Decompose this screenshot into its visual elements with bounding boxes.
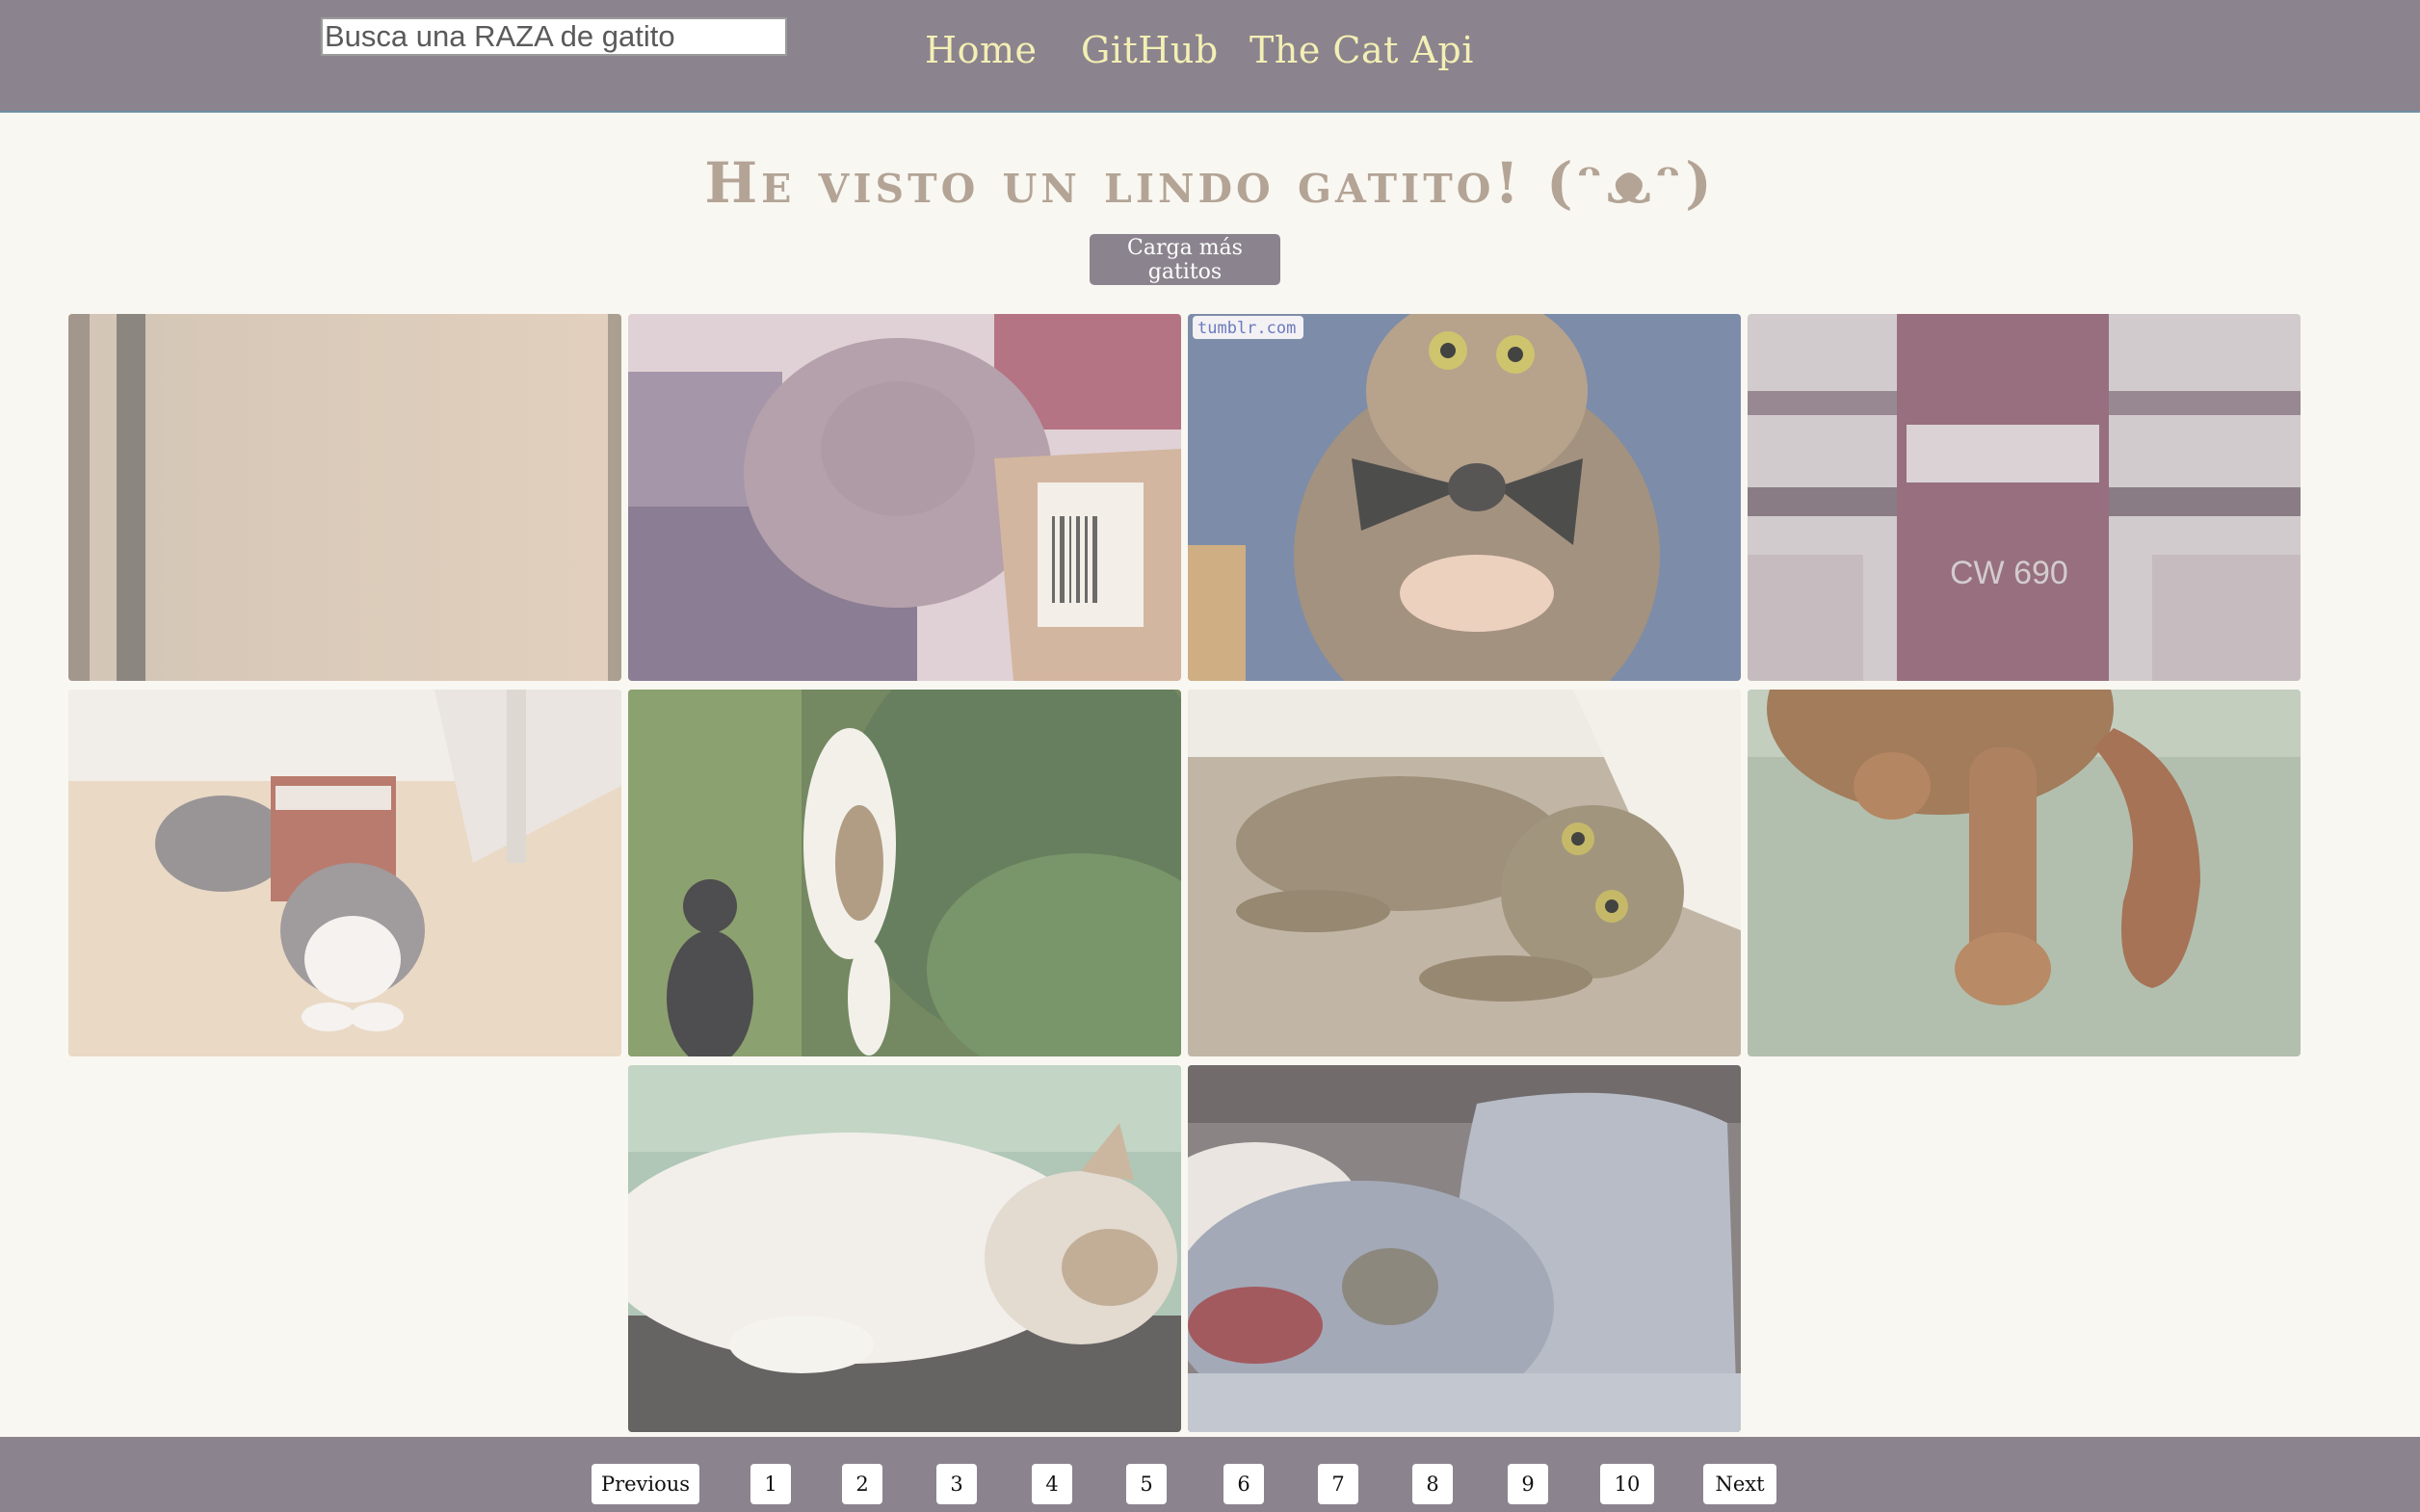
pagination-bar: Previous 1 2 3 4 5 6 7 8 9 10 Next <box>0 1437 2420 1512</box>
previous-page-button[interactable]: Previous <box>592 1464 699 1504</box>
page-button-6[interactable]: 6 <box>1223 1464 1264 1504</box>
page-button-1[interactable]: 1 <box>750 1464 791 1504</box>
cat-photo[interactable]: CW 690 <box>1748 314 2301 681</box>
top-navbar: Home GitHub The Cat Api <box>0 0 2420 113</box>
page-button-3[interactable]: 3 <box>936 1464 977 1504</box>
photo-overlay-text: CW 690 <box>1950 555 2068 591</box>
page-button-5[interactable]: 5 <box>1126 1464 1167 1504</box>
cat-photo[interactable] <box>1188 1065 1741 1432</box>
cat-photo[interactable] <box>628 1065 1181 1432</box>
page-button-2[interactable]: 2 <box>842 1464 882 1504</box>
nav-github-link[interactable]: GitHub <box>1081 23 1219 77</box>
cat-photo[interactable] <box>68 314 621 681</box>
cat-photo[interactable] <box>628 314 1181 681</box>
nav-home-link[interactable]: Home <box>925 23 1038 77</box>
cat-photo[interactable] <box>628 690 1181 1056</box>
cat-photo[interactable]: tumblr.com <box>1188 314 1741 681</box>
page-button-9[interactable]: 9 <box>1508 1464 1548 1504</box>
load-more-button[interactable]: Carga más gatitos <box>1090 234 1280 285</box>
page-button-4[interactable]: 4 <box>1032 1464 1072 1504</box>
page-button-10[interactable]: 10 <box>1600 1464 1654 1504</box>
cat-photo[interactable] <box>1188 690 1741 1056</box>
nav-links: Home GitHub The Cat Api <box>0 23 2420 81</box>
next-page-button[interactable]: Next <box>1703 1464 1776 1504</box>
page-button-8[interactable]: 8 <box>1412 1464 1453 1504</box>
nav-catapi-link[interactable]: The Cat Api <box>1249 23 1474 77</box>
photo-overlay-text: tumblr.com <box>1197 319 1296 338</box>
page-title: He visto un lindo gatito! (ᵔᴥᵔ) <box>704 150 1716 216</box>
page-button-7[interactable]: 7 <box>1318 1464 1358 1504</box>
cat-photo[interactable] <box>1748 690 2301 1056</box>
cat-photo[interactable] <box>68 690 621 1056</box>
